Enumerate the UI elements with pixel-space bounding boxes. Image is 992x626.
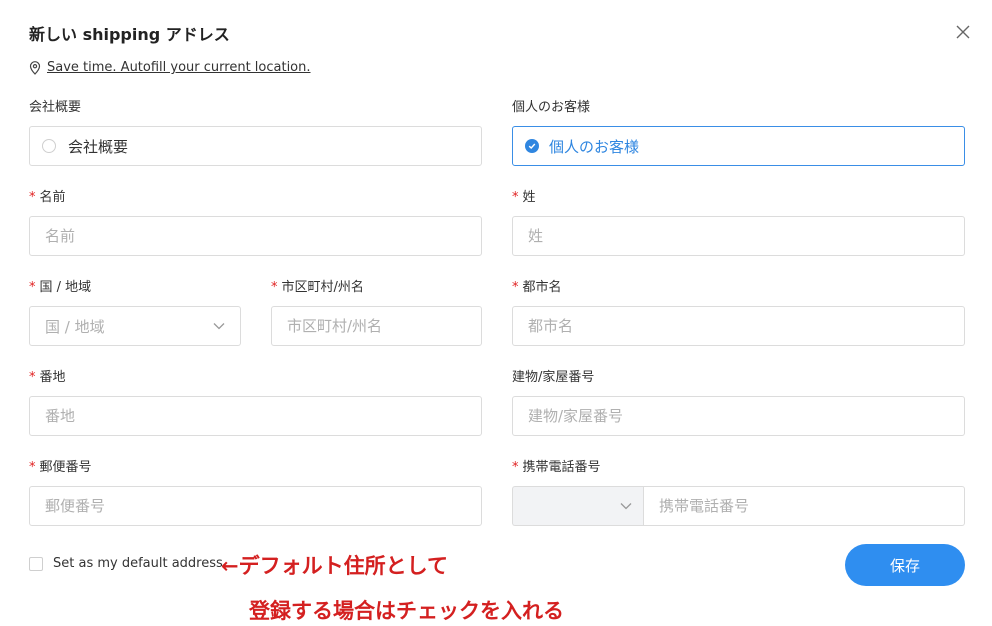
city-state-field[interactable] [271, 306, 482, 346]
autofill-link[interactable]: Save time. Autofill your current locatio… [47, 60, 311, 75]
default-address-label[interactable]: Set as my default address [53, 556, 223, 571]
city-label: * 都市名 [512, 280, 562, 295]
city-input[interactable] [528, 317, 949, 335]
dialog-title: 新しい shipping アドレス [29, 25, 230, 44]
company-type-label: 会社概要 [29, 100, 82, 115]
postal-code-label: * 郵便番号 [29, 460, 92, 475]
phone-country-code-select[interactable] [512, 486, 644, 526]
city-state-label: * 市区町村/州名 [271, 280, 364, 295]
company-radio-option[interactable]: 会社概要 [29, 126, 482, 166]
first-name-input[interactable] [45, 227, 466, 245]
location-pin-icon [29, 60, 41, 75]
required-mark: * [29, 370, 36, 385]
postal-code-field[interactable] [29, 486, 482, 526]
building-input[interactable] [528, 407, 949, 425]
first-name-field[interactable] [29, 216, 482, 256]
phone-label: * 携帯電話番号 [512, 460, 601, 475]
building-label: 建物/家屋番号 [512, 370, 595, 385]
last-name-field[interactable] [512, 216, 965, 256]
company-radio-text: 会社概要 [68, 137, 129, 156]
individual-radio-text: 個人のお客様 [549, 137, 640, 156]
default-address-checkbox[interactable] [29, 556, 43, 571]
last-name-label: * 姓 [512, 190, 536, 205]
required-mark: * [29, 280, 36, 295]
required-mark: * [29, 460, 36, 475]
first-name-label: * 名前 [29, 190, 66, 205]
required-mark: * [512, 280, 519, 295]
country-select-placeholder: 国 / 地域 [45, 317, 105, 336]
address-input[interactable] [45, 407, 466, 425]
phone-field[interactable] [643, 486, 965, 526]
close-icon[interactable] [954, 23, 972, 41]
country-select[interactable]: 国 / 地域 [29, 306, 241, 346]
country-label: * 国 / 地域 [29, 280, 92, 295]
radio-checked-icon [525, 139, 539, 153]
address-field[interactable] [29, 396, 482, 436]
chevron-down-icon [213, 323, 225, 330]
required-mark: * [512, 190, 519, 205]
building-field[interactable] [512, 396, 965, 436]
postal-code-input[interactable] [45, 497, 466, 515]
individual-radio-option[interactable]: 個人のお客様 [512, 126, 965, 166]
last-name-input[interactable] [528, 227, 949, 245]
annotation-line-1: ←デフォルト住所として [221, 554, 448, 578]
radio-unchecked-icon [42, 139, 56, 153]
autofill-row: Save time. Autofill your current locatio… [29, 60, 311, 75]
annotation-line-2: 登録する場合はチェックを入れる [249, 599, 564, 623]
address-label: * 番地 [29, 370, 66, 385]
city-field[interactable] [512, 306, 965, 346]
phone-input[interactable] [659, 497, 949, 515]
required-mark: * [271, 280, 278, 295]
required-mark: * [29, 190, 36, 205]
chevron-down-icon [620, 503, 632, 510]
save-button[interactable]: 保存 [845, 544, 965, 586]
city-state-input[interactable] [287, 317, 466, 335]
required-mark: * [512, 460, 519, 475]
default-address-row: Set as my default address [29, 556, 223, 571]
individual-type-label: 個人のお客様 [512, 100, 591, 115]
